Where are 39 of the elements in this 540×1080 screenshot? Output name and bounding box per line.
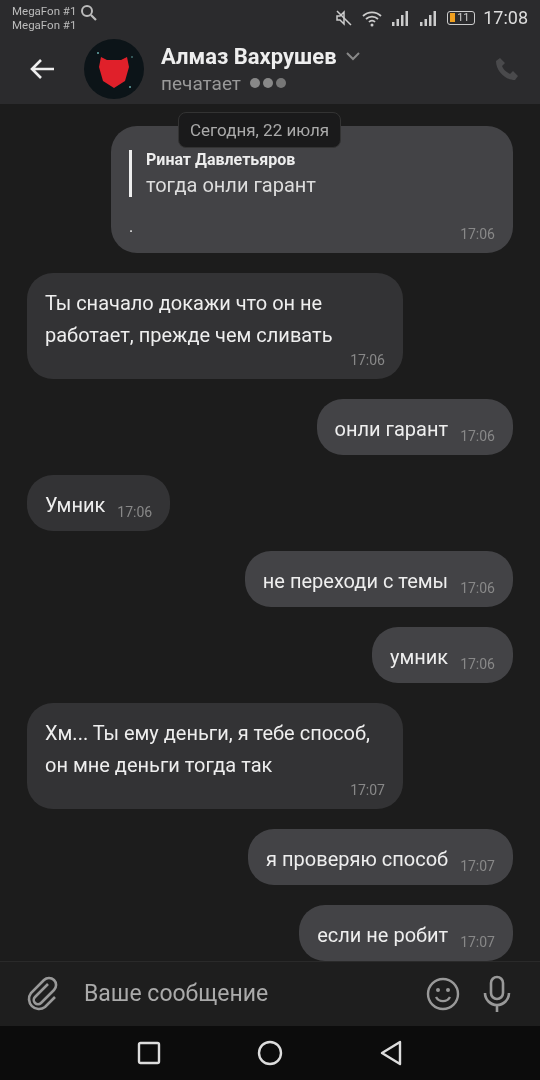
emoji-icon[interactable] (426, 976, 460, 1011)
message-text: я проверяю способ (266, 845, 449, 873)
recents-icon[interactable] (137, 1040, 161, 1065)
typing-dots-icon (249, 77, 289, 90)
battery-icon: 11 (447, 10, 476, 25)
date-label: Сегодня, 22 июля (178, 111, 342, 148)
attach-icon[interactable] (26, 975, 60, 1012)
message-text: Умник (45, 491, 106, 519)
message-time: 17:06 (117, 502, 153, 521)
message-text: если не робит (317, 921, 449, 949)
microphone-icon[interactable] (482, 974, 512, 1013)
home-icon[interactable] (257, 1039, 283, 1066)
carrier-name: MegaFon #1 (12, 3, 77, 18)
message-time: 17:06 (460, 224, 495, 243)
message-time: 17:06 (350, 350, 385, 369)
carrier-name: MegaFon #1 (12, 17, 77, 32)
contact-name[interactable]: Алмаз Вахрушев (161, 43, 337, 69)
message-time: 17:06 (460, 654, 495, 673)
message-time: 17:06 (460, 578, 495, 597)
clock: 17:08 (483, 7, 528, 29)
quote-text: тогда онли гарант (146, 172, 317, 197)
message-time: 17:07 (460, 856, 495, 875)
message-time: 17:06 (460, 426, 495, 445)
message-time: 17:07 (350, 780, 385, 799)
message-text: . (129, 215, 134, 238)
mute-icon (335, 8, 354, 27)
search-icon (80, 3, 99, 22)
typing-status: печатает (161, 71, 241, 95)
caret-icon[interactable] (344, 51, 361, 62)
message-text: Хм... Ты ему деньги, я тебе способ, он мне деньги тогда так (45, 719, 371, 779)
message-input[interactable]: Ваше сообщение (82, 979, 404, 1009)
avatar-icon[interactable] (84, 39, 144, 100)
message-text: умник (389, 643, 449, 671)
quote-author: Ринат Давлетьяров (146, 149, 297, 169)
message-text: не переходи с темы (262, 567, 449, 595)
message-time: 17:07 (460, 932, 495, 951)
back-icon[interactable] (379, 1039, 403, 1066)
message-text: онли гарант (334, 415, 449, 443)
message-text: Ты сначало докажи что он не работает, прежде чем сливать (45, 289, 334, 349)
